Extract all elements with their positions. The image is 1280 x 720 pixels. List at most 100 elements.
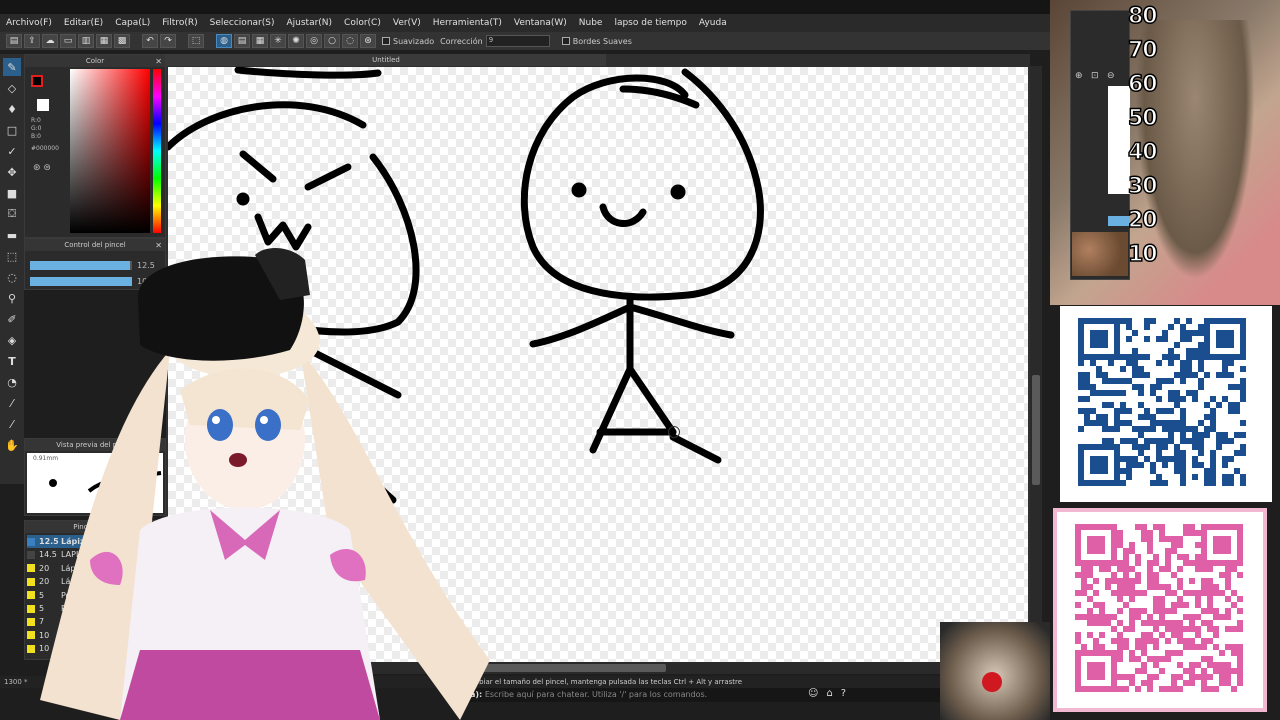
qr-module (1231, 650, 1237, 656)
qr-module (1225, 566, 1231, 572)
qr-module (1240, 474, 1246, 480)
layers-icon[interactable]: ▦ (96, 34, 112, 48)
qr-module (1159, 668, 1165, 674)
qr-module (1132, 348, 1138, 354)
menu-capa[interactable]: Capa(L) (109, 18, 156, 28)
close-icon[interactable]: ✕ (155, 57, 162, 66)
qr-module (1147, 572, 1153, 578)
qr-module (1093, 590, 1099, 596)
menu-nube[interactable]: Nube (573, 18, 609, 28)
qr-module (1204, 372, 1210, 378)
snap-crisscross-icon[interactable]: ✳ (270, 34, 286, 48)
qr-module (1201, 674, 1207, 680)
grid-icon[interactable]: ▩ (114, 34, 130, 48)
menu-seleccionar[interactable]: Seleccionar(S) (204, 18, 281, 28)
qr-module (1150, 390, 1156, 396)
magic-wand-icon[interactable]: ⚲ (3, 289, 21, 307)
select-rect-icon[interactable]: □ (3, 121, 21, 139)
qr-module (1093, 638, 1099, 644)
menu-color[interactable]: Color(C) (338, 18, 387, 28)
snap-vanishing-icon[interactable]: ✺ (288, 34, 304, 48)
palette-icon[interactable]: ⊛ ⊜ (33, 163, 51, 173)
snap-grid-icon[interactable]: ▦ (252, 34, 268, 48)
open-icon[interactable]: ⇪ (24, 34, 40, 48)
qr-module (1090, 408, 1096, 414)
qr-module (1153, 674, 1159, 680)
qr-module (1159, 584, 1165, 590)
menu-ajustar[interactable]: Ajustar(N) (280, 18, 338, 28)
color-picker-square[interactable] (70, 69, 150, 233)
qr-module (1078, 372, 1084, 378)
qr-module (1162, 456, 1168, 462)
qr-module (1234, 408, 1240, 414)
vertical-scrollbar[interactable] (1030, 66, 1042, 662)
qr-module (1192, 396, 1198, 402)
eraser-icon[interactable]: ◇ (3, 79, 21, 97)
rect-icon[interactable]: ■ (3, 184, 21, 202)
gradient-icon[interactable]: ▬ (3, 226, 21, 244)
canvas-tab-title[interactable]: Untitled (166, 54, 606, 66)
snap-off-icon[interactable]: ◍ (216, 34, 232, 48)
menu-filtro[interactable]: Filtro(R) (156, 18, 203, 28)
pencil-icon[interactable]: ✓ (3, 142, 21, 160)
horizontal-scroll-thumb[interactable] (476, 664, 666, 672)
undo-icon[interactable]: ↶ (142, 34, 158, 48)
vertical-scroll-thumb[interactable] (1032, 375, 1040, 485)
menu-herramienta[interactable]: Herramienta(T) (427, 18, 508, 28)
hue-slider[interactable] (153, 69, 161, 233)
qr-module (1237, 620, 1243, 626)
eyedropper-2-icon[interactable]: ⁄ (3, 415, 21, 433)
hand-icon[interactable]: ✋ (3, 436, 21, 454)
qr-module (1078, 378, 1084, 384)
foreground-color-swatch[interactable] (31, 75, 43, 87)
redo-icon[interactable]: ↷ (160, 34, 176, 48)
soft-edges-checkbox[interactable]: Bordes Suaves (561, 37, 632, 46)
chat-input[interactable]: a): Escribe aquí para chatear. Utiliza '… (460, 688, 940, 702)
qr-module (1165, 686, 1171, 692)
bucket-icon[interactable]: ⛋ (3, 205, 21, 223)
save-icon[interactable]: ▭ (60, 34, 76, 48)
cloud-icon[interactable]: ☁ (42, 34, 58, 48)
snap-radial-icon[interactable]: ◎ (306, 34, 322, 48)
eyedropper-icon[interactable]: ⁄ (3, 394, 21, 412)
qr-module (1135, 656, 1141, 662)
correction-select[interactable]: 9 (485, 35, 550, 47)
qr-module (1234, 468, 1240, 474)
menu-ayuda[interactable]: Ayuda (693, 18, 733, 28)
move-icon[interactable]: ✥ (3, 163, 21, 181)
document-icon[interactable]: ▥ (78, 34, 94, 48)
select-pen-icon[interactable]: ✐ (3, 310, 21, 328)
snap-parallel-icon[interactable]: ▤ (234, 34, 250, 48)
fit-icon[interactable]: ⊡ (1091, 71, 1099, 81)
emoji-icon[interactable]: ☺ (808, 688, 818, 699)
snap-curve-icon[interactable]: ◌ (342, 34, 358, 48)
lasso-icon[interactable]: ⬚ (3, 247, 21, 265)
menu-archivo[interactable]: Archivo(F) (0, 18, 58, 28)
bits-icon[interactable]: ⌂ (826, 688, 832, 699)
text-icon[interactable]: T (3, 352, 21, 370)
qr-module (1186, 390, 1192, 396)
select-eraser-icon[interactable]: ◈ (3, 331, 21, 349)
snap-settings-icon[interactable]: ⊛ (360, 34, 376, 48)
qr-module (1111, 626, 1117, 632)
menu-editar[interactable]: Editar(E) (58, 18, 109, 28)
help-icon[interactable]: ? (841, 688, 846, 699)
snap-circle-icon[interactable]: ○ (324, 34, 340, 48)
lasso-free-icon[interactable]: ◌ (3, 268, 21, 286)
new-file-icon[interactable]: ▤ (6, 34, 22, 48)
menu-ver[interactable]: Ver(V) (387, 18, 427, 28)
brush-icon[interactable]: ♦ (3, 100, 21, 118)
qr-module (1126, 354, 1132, 360)
zoom-out-icon[interactable]: ⊖ (1107, 71, 1115, 81)
zoom-in-icon[interactable]: ⊕ (1075, 71, 1083, 81)
background-color-swatch[interactable] (37, 99, 49, 111)
qr-module (1213, 668, 1219, 674)
menu-lapso[interactable]: lapso de tiempo (608, 18, 692, 28)
menu-ventana[interactable]: Ventana(W) (508, 18, 573, 28)
deselect-icon[interactable]: ⬚ (188, 34, 204, 48)
smooth-checkbox[interactable]: Suavizado (382, 37, 434, 46)
qr-module (1132, 360, 1138, 366)
blur-icon[interactable]: ◔ (3, 373, 21, 391)
pen-icon[interactable]: ✎ (3, 58, 21, 76)
qr-module (1195, 602, 1201, 608)
